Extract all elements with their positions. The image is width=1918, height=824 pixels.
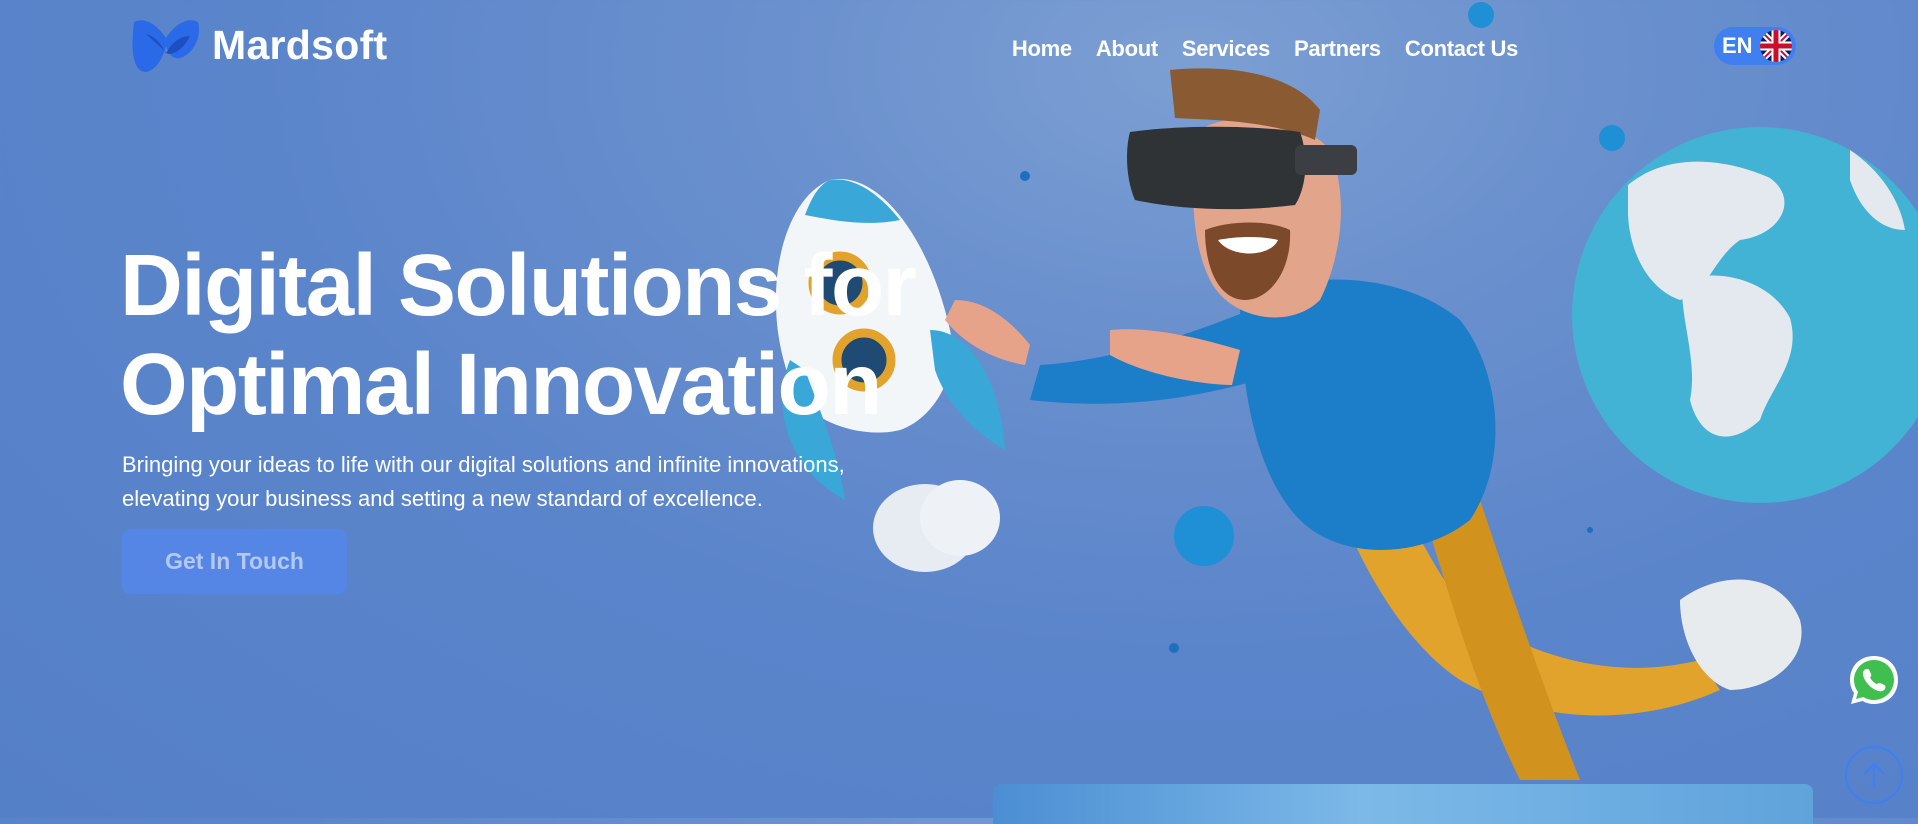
brand-name: Mardsoft [212, 21, 388, 68]
scroll-to-top-button[interactable] [1845, 746, 1903, 804]
arrow-up-icon [1863, 762, 1885, 788]
hero-title-line-1: Digital Solutions for [120, 237, 916, 334]
get-in-touch-button[interactable]: Get In Touch [122, 529, 347, 594]
bottom-section-card [993, 784, 1813, 824]
globe-icon [1572, 127, 1918, 503]
hero-subtitle: Bringing your ideas to life with our dig… [122, 448, 1042, 516]
hero-subtitle-line-2: elevating your business and setting a ne… [122, 486, 763, 511]
brand-logo[interactable]: Mardsoft [128, 14, 388, 76]
mardsoft-logo-icon [132, 20, 200, 72]
hero-title-line-2: Optimal Innovation [120, 336, 882, 433]
whatsapp-icon[interactable] [1846, 652, 1902, 708]
hero-title: Digital Solutions for Optimal Innovation [120, 236, 1020, 434]
hero-subtitle-line-1: Bringing your ideas to life with our dig… [122, 452, 845, 477]
